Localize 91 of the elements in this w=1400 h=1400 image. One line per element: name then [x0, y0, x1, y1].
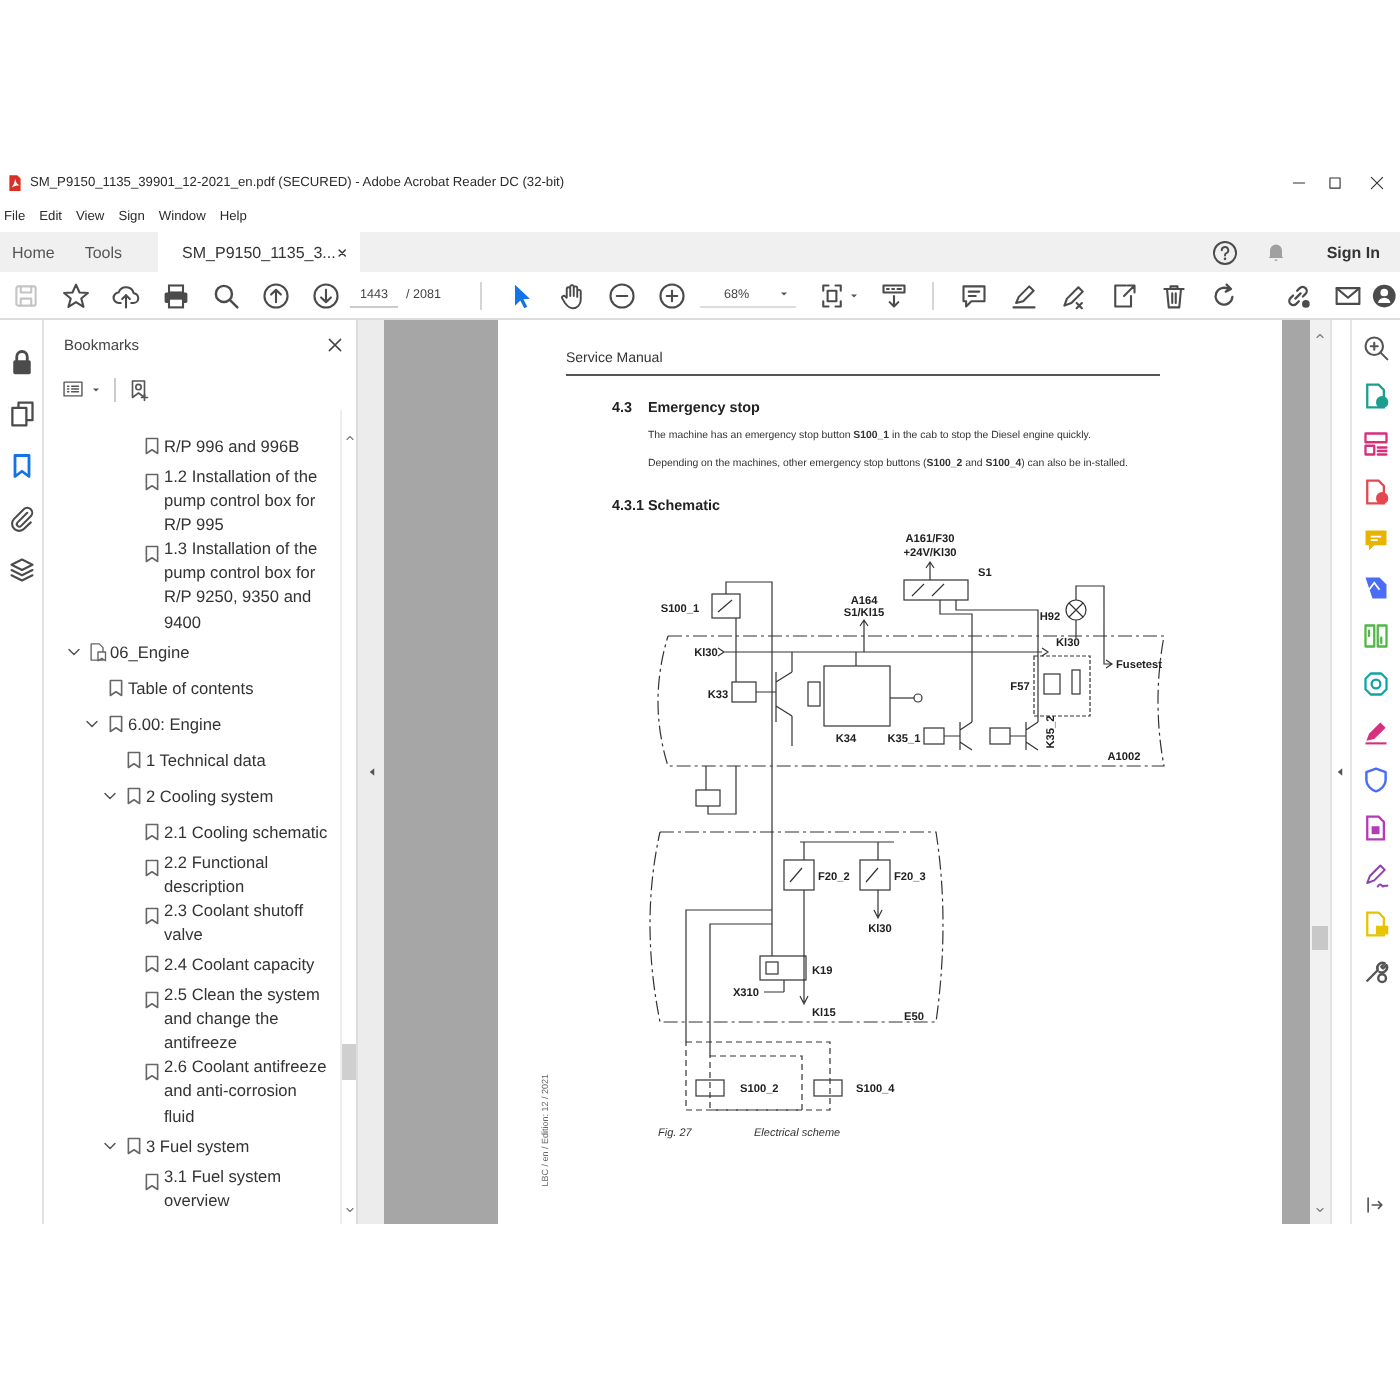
- zoom-out-icon[interactable]: [607, 281, 635, 309]
- scroll-down-icon[interactable]: [1314, 1204, 1326, 1216]
- tab[interactable]: SM_P9150_1135_3...: [158, 232, 361, 272]
- wrench-icon[interactable]: [1361, 958, 1390, 986]
- document-icon[interactable]: [1361, 814, 1390, 842]
- bookmark-item[interactable]: R/P 996 and 996B: [164, 428, 328, 464]
- arrow-up-circle-icon[interactable]: [261, 281, 289, 309]
- paperclip-icon[interactable]: [7, 504, 35, 532]
- bookmark-item[interactable]: 3 Fuel system: [146, 1127, 328, 1164]
- bookmark-item[interactable]: 6.00: Engine: [128, 705, 328, 742]
- bookmark-item[interactable]: 2.4 Coolant capacity: [164, 946, 328, 983]
- pages-icon[interactable]: [7, 400, 35, 428]
- comment-icon[interactable]: [959, 281, 987, 309]
- bookmark-icon: [106, 713, 126, 734]
- caret-icon: [90, 383, 102, 395]
- scrollbar-thumb[interactable]: [342, 1044, 356, 1080]
- bookmark-item[interactable]: 1.2 Installation of the pump control box for R/P 995: [164, 464, 328, 537]
- expand-panel-icon[interactable]: [1364, 1194, 1387, 1216]
- link-icon[interactable]: [1283, 281, 1311, 309]
- bookmark-item[interactable]: Table of contents: [128, 669, 328, 706]
- document-plus-icon[interactable]: [1361, 478, 1390, 506]
- bookmark-icon: [142, 857, 162, 878]
- chevron-down-icon[interactable]: [102, 787, 118, 804]
- bookmark-item[interactable]: 1.3 Installation of the pump control box for R/P 9250, 9350 and 9400: [164, 536, 328, 634]
- scroll-mode-icon[interactable]: [879, 281, 907, 309]
- bookmark-icon: [142, 990, 162, 1011]
- bookmark-icon: [142, 1062, 162, 1083]
- bookmark-icon: [142, 954, 162, 975]
- bookmark-item[interactable]: 1 Technical data: [146, 741, 328, 778]
- options-icon[interactable]: [62, 378, 84, 400]
- bookmark-item[interactable]: 2.3 Coolant shutoff valve: [164, 897, 328, 947]
- document-bookmark-icon: [88, 641, 108, 662]
- scroll-up-icon[interactable]: [1314, 330, 1326, 342]
- bookmark-icon: [106, 677, 126, 698]
- add-bookmark-icon[interactable]: [128, 377, 152, 401]
- hand-icon[interactable]: [557, 281, 585, 309]
- trash-icon[interactable]: [1159, 281, 1187, 309]
- pdf-file-icon: [6, 173, 24, 191]
- columns-icon[interactable]: [1361, 622, 1390, 650]
- scroll-down-icon[interactable]: [343, 1204, 355, 1216]
- bookmark-icon: [124, 1135, 144, 1156]
- mail-icon[interactable]: [1333, 281, 1361, 309]
- bookmark-item[interactable]: 3.1 Fuel system overview: [164, 1163, 328, 1212]
- document-export-icon[interactable]: [1109, 281, 1137, 309]
- layers-icon[interactable]: [7, 556, 35, 584]
- tab[interactable]: Home: [0, 232, 73, 272]
- shield-icon[interactable]: [1361, 766, 1390, 794]
- bookmark-icon: [124, 785, 144, 806]
- zoom-icon[interactable]: [1361, 334, 1390, 362]
- arrow-down-circle-icon[interactable]: [311, 281, 339, 309]
- pen-sign-icon[interactable]: [1059, 281, 1087, 309]
- print-icon[interactable]: [161, 281, 189, 309]
- close-icon[interactable]: [1367, 173, 1385, 191]
- cloud-upload-icon[interactable]: [111, 281, 139, 309]
- bookmark-icon: [124, 749, 144, 770]
- bookmark-item[interactable]: 06_Engine: [110, 633, 328, 670]
- chevron-down-icon[interactable]: [102, 1137, 118, 1154]
- sign-in-button[interactable]: Sign In: [1318, 243, 1388, 261]
- maximize-icon[interactable]: [1325, 173, 1343, 191]
- rotate-icon[interactable]: [1209, 281, 1237, 309]
- bookmark-item[interactable]: 2.6 Coolant antifreeze and anti-corrosion fluid: [164, 1054, 328, 1128]
- scroll-up-icon[interactable]: [343, 432, 355, 444]
- zoom-in-icon[interactable]: [657, 281, 685, 309]
- signature-pen-icon[interactable]: [1361, 862, 1390, 890]
- highlighter-icon[interactable]: [1009, 281, 1037, 309]
- close-icon[interactable]: [326, 335, 344, 353]
- bookmark-item[interactable]: 2 Cooling system: [146, 777, 328, 814]
- page-fit-icon[interactable]: [817, 281, 845, 309]
- tab[interactable]: Tools: [72, 232, 141, 272]
- lock-icon[interactable]: [7, 348, 35, 376]
- layout-icon[interactable]: [1361, 430, 1390, 458]
- chevron-down-icon[interactable]: [66, 643, 82, 660]
- collapse-arrow-icon[interactable]: [365, 766, 377, 778]
- person-add-icon[interactable]: [1372, 281, 1400, 309]
- star-icon[interactable]: [61, 281, 89, 309]
- caret-icon: [778, 288, 790, 300]
- bookmark-item[interactable]: 2.1 Cooling schematic: [164, 813, 328, 850]
- bookmark-icon: [142, 905, 162, 926]
- chevron-down-icon[interactable]: [84, 715, 100, 732]
- pen-icon[interactable]: [1361, 718, 1390, 746]
- bookmark-item[interactable]: 2.2 Functional description: [164, 849, 328, 898]
- scrollbar-thumb[interactable]: [1312, 926, 1328, 950]
- help-icon[interactable]: [1212, 239, 1239, 265]
- collapse-arrow-icon[interactable]: [1334, 766, 1347, 778]
- bookmark-item[interactable]: 2.5 Clean the system and change the antifreeze: [164, 982, 328, 1055]
- zoom-search-icon[interactable]: [211, 281, 239, 309]
- bookmark-icon: [142, 821, 162, 842]
- caret-icon: [847, 289, 859, 301]
- close-icon[interactable]: [335, 245, 349, 259]
- bookmark-icon: [142, 544, 162, 565]
- bookmark-icon: [142, 1171, 162, 1192]
